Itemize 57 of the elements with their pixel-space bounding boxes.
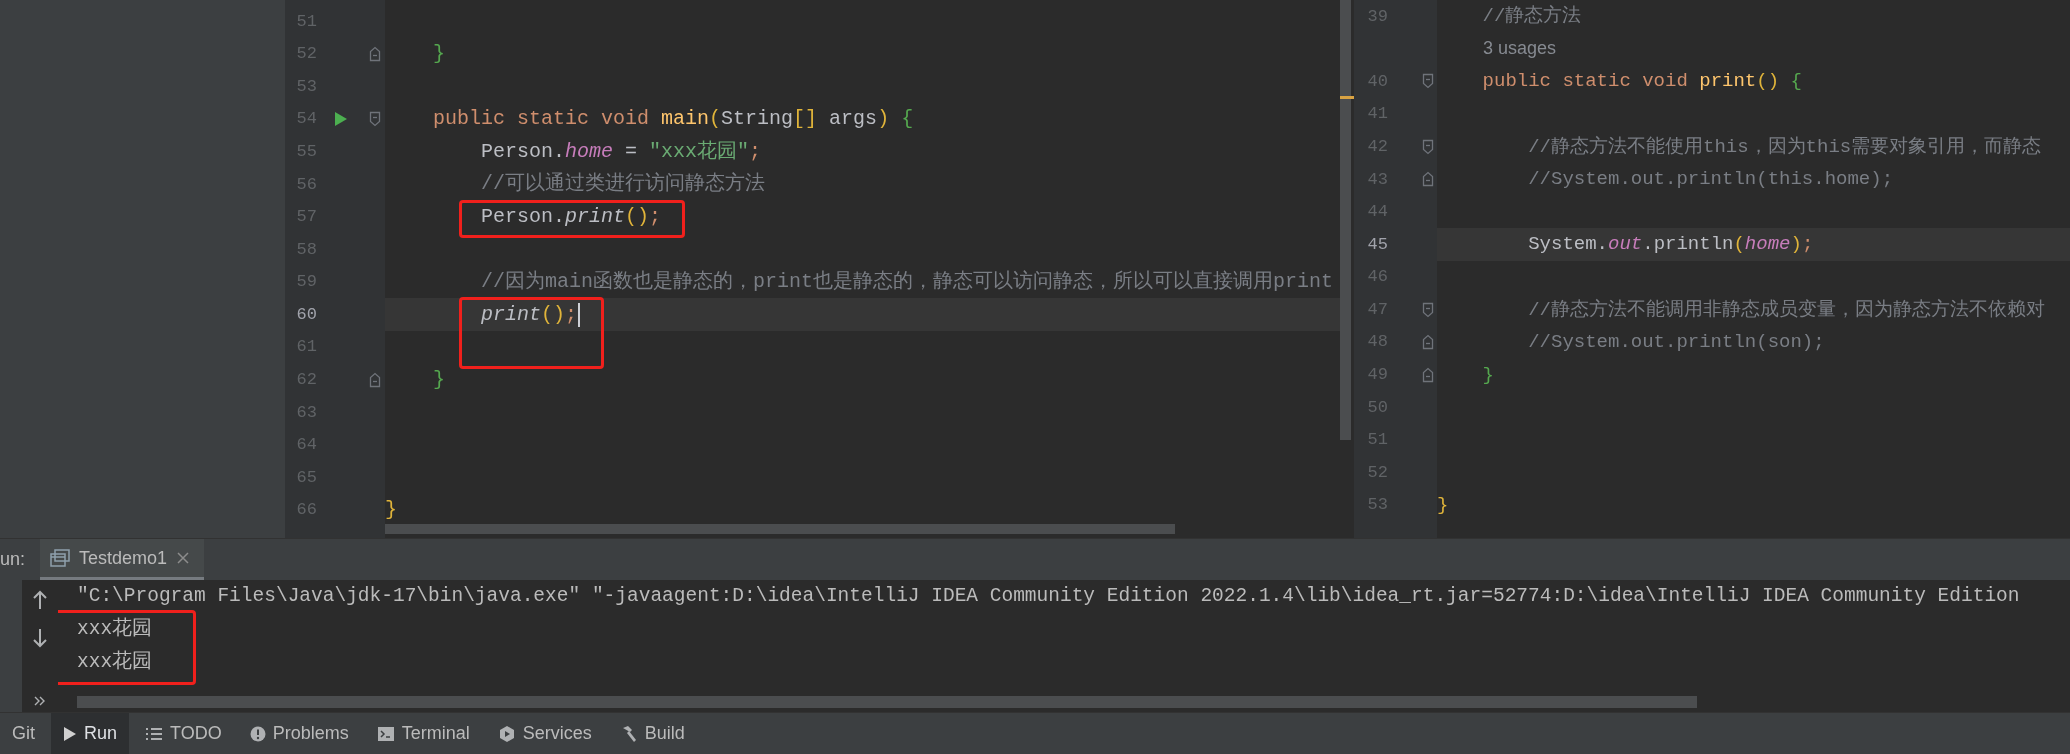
terminal-icon — [376, 725, 395, 742]
fold-icon[interactable] — [1421, 301, 1434, 318]
close-icon[interactable] — [176, 551, 191, 565]
fold-icon[interactable] — [1421, 73, 1434, 90]
tool-window-button[interactable]: Build — [607, 713, 697, 754]
play-icon[interactable] — [334, 111, 348, 128]
line-number: 60 — [295, 303, 317, 326]
code-line: public static void main(String[] args) { — [433, 106, 914, 133]
console-line: "C:\Program Files\Java\jdk-17\bin\java.exe" "-javaagent:D:\idea\IntelliJ IDEA Community Edition 2022.1.4\lib\idea_rt.jar=52774:D:\idea\IntelliJ IDEA Community Edition — [77, 583, 2020, 609]
fold-icon[interactable] — [1421, 138, 1434, 155]
fold-icon[interactable] — [1421, 366, 1434, 383]
tool-window-button[interactable]: Git — [0, 713, 47, 754]
hexagon-icon — [497, 724, 516, 743]
fold-icon[interactable] — [369, 371, 381, 388]
code-line: public static void print() { — [1482, 69, 1802, 95]
code-line: print(); — [481, 301, 578, 328]
code-line: } — [433, 40, 445, 67]
fold-icon[interactable] — [369, 45, 381, 62]
usages-hint[interactable]: 3 usages — [1483, 35, 1557, 63]
code-line: //静态方法不能使用this，因为this需要对象引用，而静态 — [1528, 134, 2042, 160]
code-line: System.out.println(home); — [1528, 232, 1814, 258]
chevrons-icon[interactable] — [34, 696, 46, 706]
marker-stripe[interactable] — [1340, 96, 1354, 99]
window-icon — [50, 549, 70, 567]
run-tab[interactable]: Testdemo1 — [40, 539, 205, 580]
code-line: Person.home = "xxx花园"; — [481, 138, 762, 165]
console-line: xxx花园 — [77, 616, 153, 642]
arrow-down-icon[interactable] — [32, 628, 48, 648]
tool-window-button[interactable]: Problems — [237, 713, 361, 754]
fold-icon[interactable] — [369, 111, 381, 128]
scrollbar-thumb[interactable] — [77, 696, 1697, 708]
tool-window-button[interactable]: Services — [485, 713, 604, 754]
code-line: //因为main函数也是静态的，print也是静态的，静态可以访问静态，所以可以直接调用print — [481, 269, 1334, 296]
play-icon — [63, 725, 77, 742]
scrollbar-thumb[interactable] — [385, 524, 1175, 534]
code-line: //可以通过类进行访问静态方法 — [481, 171, 765, 198]
code-line: } — [433, 366, 445, 393]
code-line: Person.print(); — [481, 203, 662, 230]
console-line: xxx花园 — [77, 649, 153, 675]
arrow-up-icon[interactable] — [32, 590, 48, 610]
fold-icon[interactable] — [1421, 171, 1434, 188]
tool-window-button[interactable]: Run — [51, 713, 130, 754]
code-line: //静态方法不能调用非静态成员变量，因为静态方法不依赖对 — [1528, 297, 2045, 323]
panel-label: un: — [0, 548, 27, 571]
code-line: //System.out.println(son); — [1528, 330, 1825, 356]
tool-window-button[interactable]: Terminal — [364, 713, 482, 754]
tool-window-button[interactable]: TODO — [133, 713, 234, 754]
code-line: } — [1437, 493, 1449, 519]
list-icon — [145, 726, 164, 741]
code-line: } — [1482, 362, 1494, 388]
fold-icon[interactable] — [1421, 334, 1434, 351]
code-line: //静态方法 — [1482, 4, 1582, 30]
scrollbar-thumb[interactable] — [1340, 0, 1351, 440]
line-number: 45 — [1366, 233, 1388, 256]
code-line: } — [385, 497, 397, 524]
exclamation-icon — [249, 725, 266, 742]
code-line: //System.out.println(this.home); — [1528, 167, 1894, 193]
